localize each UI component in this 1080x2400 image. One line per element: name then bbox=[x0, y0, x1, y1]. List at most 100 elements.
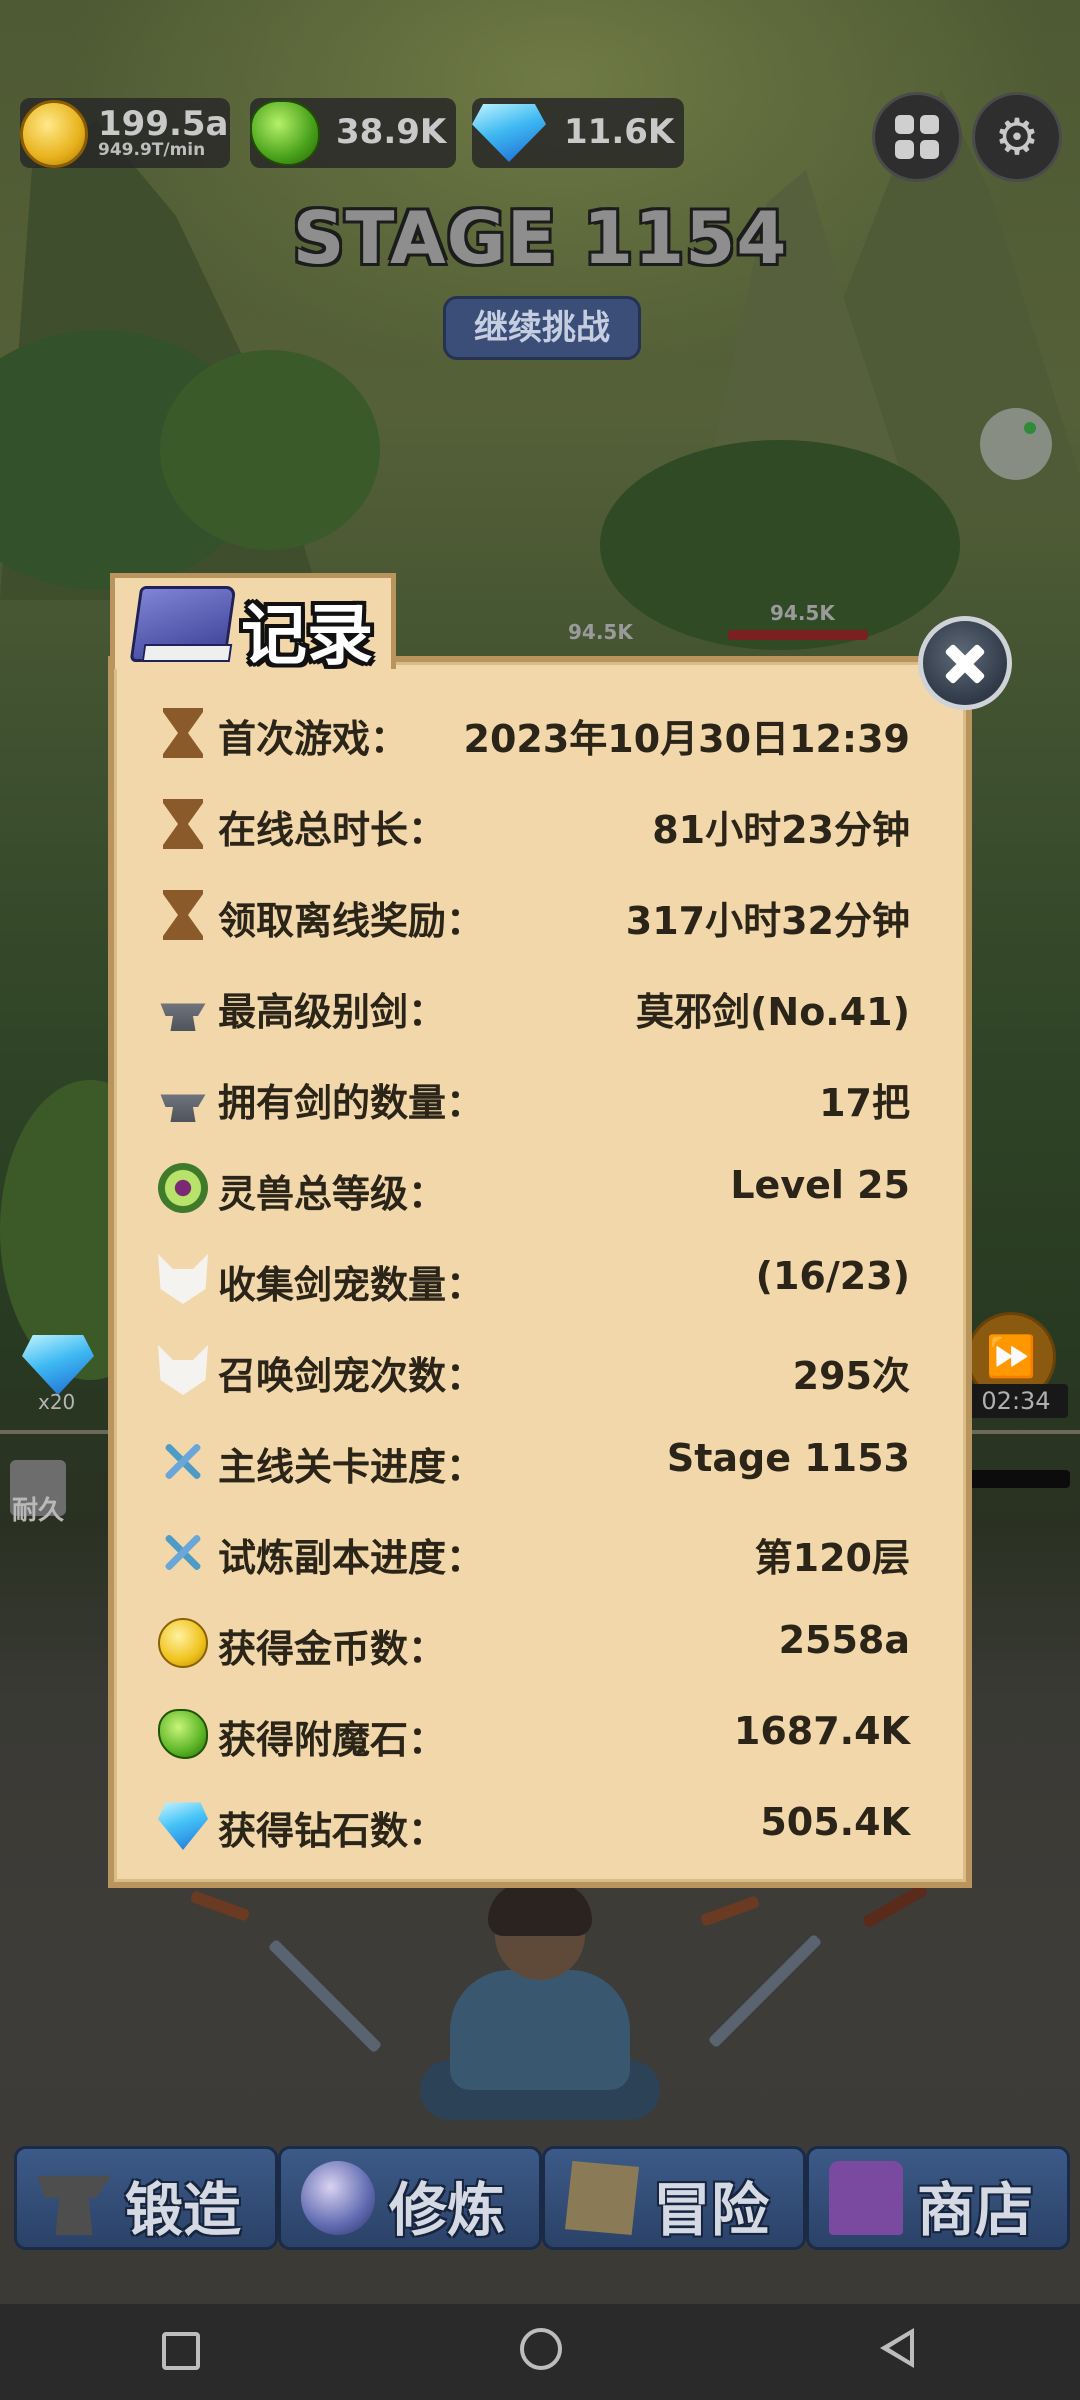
gold-coin-icon bbox=[158, 1618, 208, 1668]
hourglass-icon bbox=[163, 890, 203, 940]
nav-shop-label: 商店 bbox=[917, 2176, 1034, 2244]
record-row-main-stage: 主线关卡进度： Stage 1153 bbox=[158, 1430, 910, 1492]
record-row-sword-count: 拥有剑的数量： 17把 bbox=[158, 1066, 910, 1128]
orb-icon bbox=[301, 2161, 375, 2235]
home-button[interactable] bbox=[520, 2328, 562, 2370]
record-label: 首次游戏： bbox=[218, 717, 409, 761]
diamond-reward-count: x20 bbox=[38, 1390, 76, 1414]
stage-title: STAGE 1154 bbox=[292, 196, 788, 280]
diamond-icon bbox=[472, 104, 546, 162]
record-dialog-title: 记录 bbox=[241, 597, 373, 674]
anvil-sword-icon bbox=[160, 1003, 206, 1031]
gold-counter[interactable]: 199.5a 949.9T/min bbox=[20, 98, 230, 168]
record-row-pets-collected: 收集剑宠数量： (16/23) bbox=[158, 1248, 910, 1310]
record-label: 拥有剑的数量： bbox=[218, 1081, 485, 1125]
crossed-swords-icon bbox=[158, 1436, 208, 1486]
record-value: (16/23) bbox=[755, 1254, 910, 1298]
joystick[interactable] bbox=[980, 408, 1052, 480]
nav-forge-button[interactable]: 锻造 bbox=[14, 2146, 278, 2250]
record-value: 1687.4K bbox=[733, 1709, 910, 1753]
nav-cultivate-button[interactable]: 修炼 bbox=[278, 2146, 542, 2250]
fox-mask-icon bbox=[158, 1254, 208, 1304]
diamond-reward[interactable] bbox=[22, 1335, 94, 1395]
record-value: 2558a bbox=[778, 1618, 910, 1662]
fox-mask-icon bbox=[158, 1345, 208, 1395]
book-icon bbox=[129, 586, 237, 662]
recent-apps-button[interactable] bbox=[162, 2332, 200, 2370]
gold-coin-icon bbox=[20, 100, 88, 168]
stone-counter[interactable]: 38.9K bbox=[250, 98, 456, 168]
enchant-stone-icon bbox=[250, 100, 320, 166]
record-label: 灵兽总等级： bbox=[218, 1172, 447, 1216]
record-label: 试炼副本进度： bbox=[218, 1536, 485, 1580]
record-value: 317小时32分钟 bbox=[625, 899, 910, 943]
gold-value: 199.5a bbox=[98, 104, 229, 144]
diamond-icon bbox=[158, 1802, 208, 1850]
hourglass-icon bbox=[163, 708, 203, 758]
fast-forward-icon: ⏩ bbox=[986, 1334, 1036, 1380]
endurance-label: 耐久 bbox=[12, 1496, 65, 1526]
record-label: 获得金币数： bbox=[218, 1627, 447, 1671]
diamond-icon bbox=[22, 1335, 94, 1395]
record-label: 获得附魔石： bbox=[218, 1718, 447, 1762]
record-row-first-play: 首次游戏： 2023年10月30日12:39 bbox=[158, 702, 910, 764]
diamond-value: 11.6K bbox=[564, 112, 675, 152]
continue-challenge-button[interactable]: 继续挑战 bbox=[443, 296, 641, 360]
map-scroll-icon bbox=[565, 2161, 639, 2235]
nav-cultivate-label: 修炼 bbox=[389, 2176, 506, 2244]
record-value: 第120层 bbox=[754, 1536, 910, 1580]
record-label: 主线关卡进度： bbox=[218, 1445, 485, 1489]
diamond-counter[interactable]: 11.6K bbox=[472, 98, 684, 168]
gear-icon: ⚙ bbox=[994, 108, 1040, 166]
record-row-stones-earned: 获得附魔石： 1687.4K bbox=[158, 1703, 910, 1765]
record-dialog-tab: 记录 bbox=[110, 573, 396, 674]
record-label: 获得钻石数： bbox=[218, 1809, 447, 1853]
record-row-pet-summons: 召唤剑宠次数： 295次 bbox=[158, 1339, 910, 1401]
record-label: 收集剑宠数量： bbox=[218, 1263, 485, 1307]
record-row-highest-sword: 最高级别剑： 莫邪剑(No.41) bbox=[158, 975, 910, 1037]
record-value: 2023年10月30日12:39 bbox=[463, 717, 910, 761]
anvil-sword-icon bbox=[160, 1094, 206, 1122]
progress-bar bbox=[960, 1470, 1070, 1488]
nav-shop-button[interactable]: 商店 bbox=[806, 2146, 1070, 2250]
record-row-beast-level: 灵兽总等级： Level 25 bbox=[158, 1157, 910, 1219]
record-value: Stage 1153 bbox=[666, 1436, 910, 1480]
record-label: 在线总时长： bbox=[218, 808, 447, 852]
close-button[interactable] bbox=[918, 616, 1012, 710]
anvil-icon bbox=[37, 2175, 111, 2235]
tree bbox=[160, 350, 380, 550]
fast-forward-timer: 02:34 bbox=[964, 1384, 1068, 1418]
player-character bbox=[420, 1882, 660, 2120]
nav-adventure-label: 冒险 bbox=[653, 2176, 770, 2244]
record-label: 领取离线奖励： bbox=[218, 899, 485, 943]
record-value: 莫邪剑(No.41) bbox=[636, 990, 910, 1034]
treasure-chest-icon bbox=[829, 2161, 903, 2235]
record-row-offline-reward: 领取离线奖励： 317小时32分钟 bbox=[158, 884, 910, 946]
record-row-online-time: 在线总时长： 81小时23分钟 bbox=[158, 793, 910, 855]
record-value: 295次 bbox=[792, 1354, 910, 1398]
hourglass-icon bbox=[163, 799, 203, 849]
grid-icon bbox=[895, 115, 939, 159]
enemy-hp: 94.5K bbox=[770, 601, 835, 625]
nav-forge-label: 锻造 bbox=[125, 2176, 242, 2244]
record-value: 505.4K bbox=[760, 1800, 910, 1844]
gold-rate: 949.9T/min bbox=[98, 140, 206, 160]
menu-button[interactable] bbox=[872, 92, 962, 182]
record-row-trial-progress: 试炼副本进度： 第120层 bbox=[158, 1521, 910, 1583]
settings-button[interactable]: ⚙ bbox=[972, 92, 1062, 182]
record-value: 81小时23分钟 bbox=[652, 808, 910, 852]
enemy-hp: 94.5K bbox=[568, 620, 633, 644]
record-value: Level 25 bbox=[730, 1163, 910, 1207]
record-value: 17把 bbox=[819, 1081, 910, 1125]
record-label: 最高级别剑： bbox=[218, 990, 447, 1034]
back-button[interactable] bbox=[880, 2328, 914, 2368]
record-row-diamonds-earned: 获得钻石数： 505.4K bbox=[158, 1794, 910, 1856]
record-label: 召唤剑宠次数： bbox=[218, 1354, 485, 1398]
nav-adventure-button[interactable]: 冒险 bbox=[542, 2146, 806, 2250]
record-row-gold-earned: 获得金币数： 2558a bbox=[158, 1612, 910, 1674]
spirit-orb-icon bbox=[158, 1163, 208, 1213]
crossed-swords-icon bbox=[158, 1527, 208, 1577]
enemy-health-bar bbox=[728, 630, 868, 640]
enchant-stone-icon bbox=[158, 1709, 208, 1759]
stone-value: 38.9K bbox=[336, 112, 447, 152]
